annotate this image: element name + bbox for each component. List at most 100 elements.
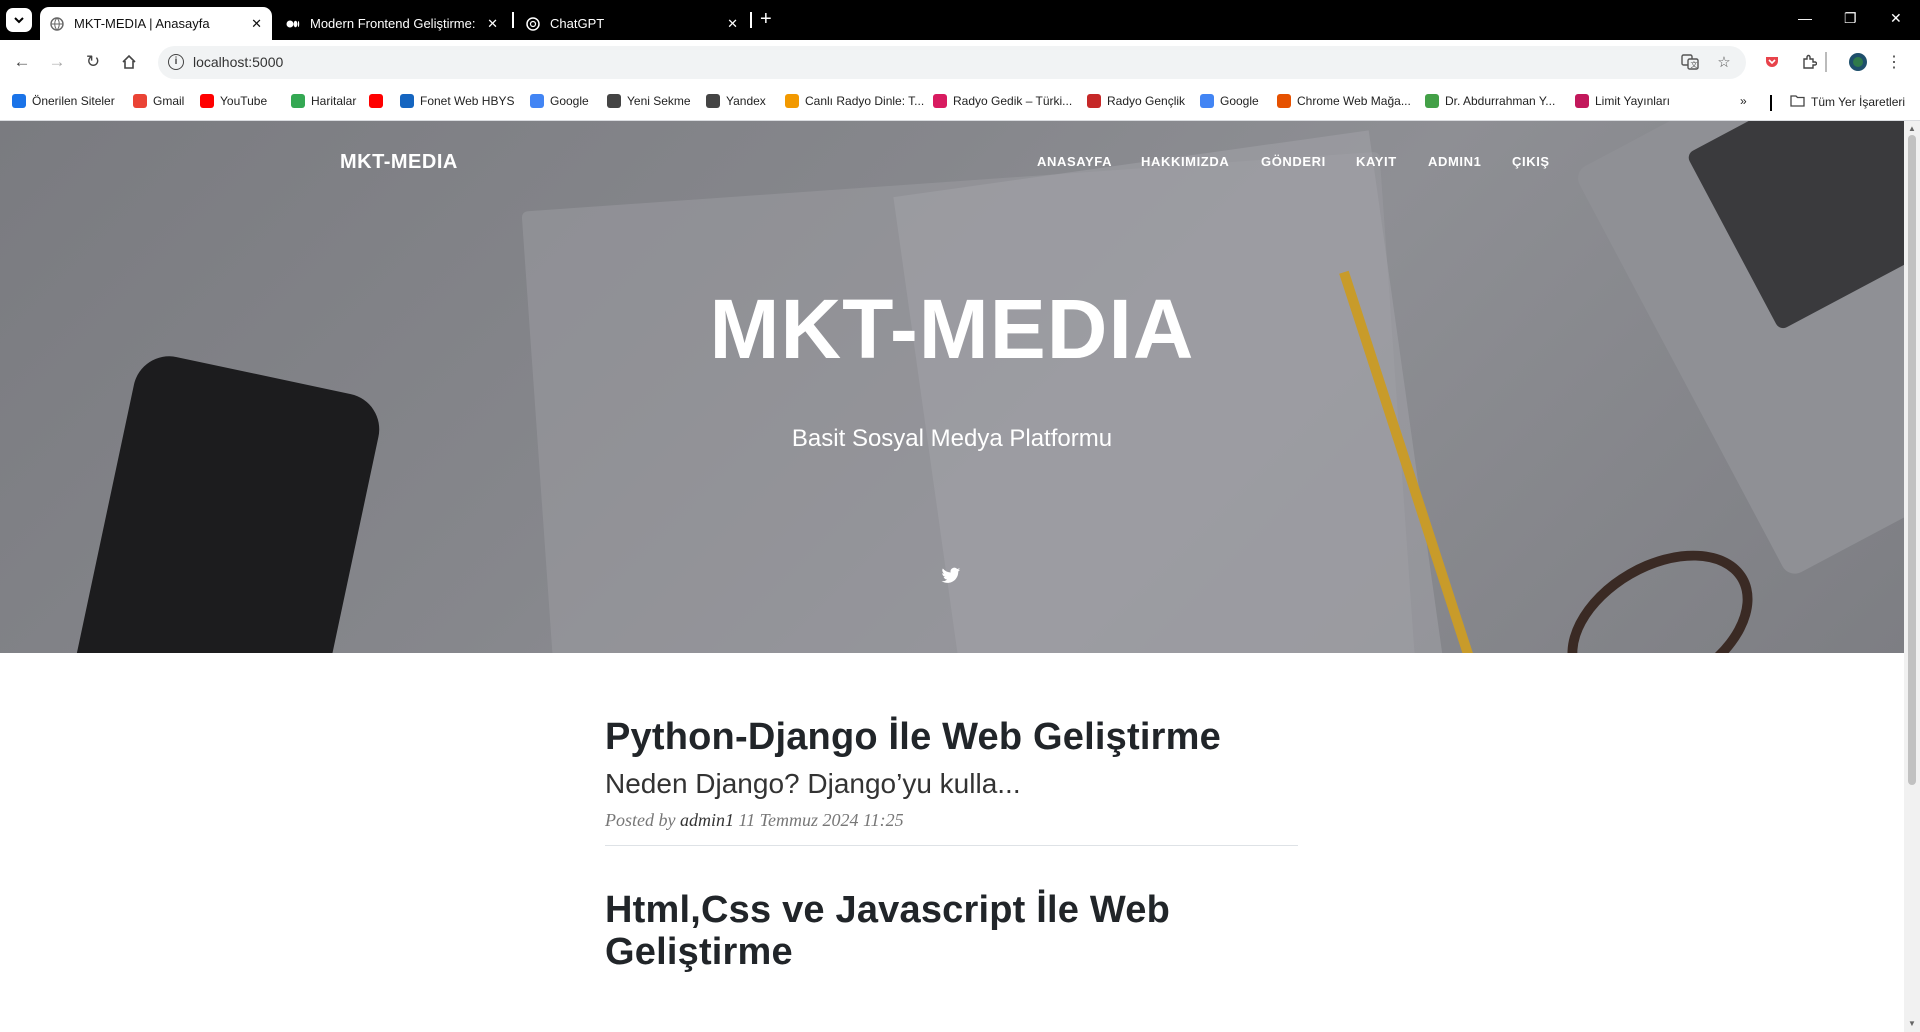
bookmark-item[interactable]: Google bbox=[1200, 94, 1259, 108]
bookmark-item[interactable]: Gmail bbox=[133, 94, 184, 108]
page-viewport: MKT-MEDIA ANASAYFA HAKKIMIZDA GÖNDERI KA… bbox=[0, 121, 1904, 1032]
profile-avatar[interactable] bbox=[1848, 52, 1868, 72]
scroll-up-icon[interactable]: ▲ bbox=[1908, 124, 1916, 133]
pocket-extension-icon[interactable] bbox=[1762, 52, 1782, 72]
back-icon[interactable]: ← bbox=[12, 52, 32, 72]
nav-link-gonderi[interactable]: GÖNDERI bbox=[1261, 154, 1326, 169]
translate-icon[interactable]: 文 bbox=[1680, 53, 1700, 73]
window-close-icon[interactable]: ✕ bbox=[1890, 10, 1902, 27]
extensions-icon[interactable] bbox=[1799, 52, 1819, 72]
twitter-icon[interactable] bbox=[941, 567, 961, 587]
all-bookmarks[interactable]: Tüm Yer İşaretleri bbox=[1790, 94, 1905, 110]
bookmark-item[interactable]: Limit Yayınları bbox=[1575, 94, 1670, 108]
youtube-icon bbox=[200, 94, 214, 108]
scroll-down-icon[interactable]: ▼ bbox=[1908, 1019, 1916, 1028]
search-icon bbox=[12, 94, 26, 108]
bookmarks-overflow-icon[interactable]: » bbox=[1740, 94, 1747, 108]
bookmark-label: Google bbox=[550, 94, 589, 108]
nav-link-hakkimizda[interactable]: HAKKIMIZDA bbox=[1141, 154, 1229, 169]
post-meta: Posted by admin1 11 Temmuz 2024 11:25 bbox=[605, 810, 1298, 831]
menu-kebab-icon[interactable]: ⋮ bbox=[1884, 52, 1904, 72]
tab-title: ChatGPT bbox=[550, 16, 605, 31]
globe-icon bbox=[50, 16, 64, 31]
nav-link-kayit[interactable]: KAYIT bbox=[1356, 154, 1397, 169]
bookmark-item[interactable]: Radyo Gedik – Türki... bbox=[933, 94, 1072, 108]
svg-text:文: 文 bbox=[1691, 60, 1698, 69]
bookmark-label: Yandex bbox=[726, 94, 766, 108]
bookmark-label: Limit Yayınları bbox=[1595, 94, 1670, 108]
post-title[interactable]: Html,Css ve Javascript İle Web Geliştirm… bbox=[605, 889, 1298, 973]
bookmark-star-icon[interactable]: ☆ bbox=[1714, 53, 1734, 73]
bookmark-item[interactable]: Radyo Gençlik bbox=[1087, 94, 1185, 108]
maps-icon bbox=[291, 94, 305, 108]
address-bar[interactable]: i localhost:5000 文 ☆ bbox=[158, 46, 1746, 79]
browser-toolbar: ← → ↻ i localhost:5000 文 ☆ ⋮ bbox=[0, 40, 1920, 85]
hero-header: MKT-MEDIA ANASAYFA HAKKIMIZDA GÖNDERI KA… bbox=[0, 121, 1904, 653]
bookmark-label: Dr. Abdurrahman Y... bbox=[1445, 94, 1556, 108]
hero-title: MKT-MEDIA bbox=[709, 282, 1195, 376]
tab-search-button[interactable] bbox=[6, 8, 32, 32]
bookmark-item[interactable]: Dr. Abdurrahman Y... bbox=[1425, 94, 1555, 108]
tab-title: MKT-MEDIA | Anasayfa bbox=[74, 16, 210, 31]
limit-icon bbox=[1575, 94, 1589, 108]
hero-background-page bbox=[893, 130, 1447, 653]
bookmark-item[interactable]: Yeni Sekme bbox=[607, 94, 691, 108]
post-title[interactable]: Python-Django İle Web Geliştirme bbox=[605, 716, 1298, 758]
bookmark-item[interactable] bbox=[369, 94, 389, 108]
youtube-icon bbox=[369, 94, 383, 108]
post-divider bbox=[605, 845, 1298, 846]
reload-icon[interactable]: ↻ bbox=[83, 52, 103, 72]
tab-title: Modern Frontend Geliştirme: H bbox=[310, 16, 480, 31]
bookmark-item[interactable]: Google bbox=[530, 94, 589, 108]
folder-icon bbox=[1790, 94, 1805, 110]
forward-icon[interactable]: → bbox=[47, 52, 67, 72]
post-subtitle[interactable]: Neden Django? Django’yu kulla... bbox=[605, 768, 1298, 800]
radio-icon bbox=[933, 94, 947, 108]
bookmark-item[interactable]: Yandex bbox=[706, 94, 766, 108]
bookmarks-separator bbox=[1770, 95, 1772, 111]
all-bookmarks-label: Tüm Yer İşaretleri bbox=[1811, 95, 1906, 109]
post-preview[interactable]: Html,Css ve Javascript İle Web Geliştirm… bbox=[605, 889, 1298, 973]
nav-link-cikis[interactable]: ÇIKIŞ bbox=[1512, 154, 1550, 169]
new-tab-icon[interactable]: + bbox=[760, 9, 772, 29]
tab-modern-frontend[interactable]: Modern Frontend Geliştirme: H ✕ bbox=[276, 7, 508, 40]
address-url[interactable]: localhost:5000 bbox=[193, 54, 283, 70]
nav-link-admin1[interactable]: ADMIN1 bbox=[1428, 154, 1481, 169]
nav-link-anasayfa[interactable]: ANASAYFA bbox=[1037, 154, 1112, 169]
bookmark-item[interactable]: Fonet Web HBYS bbox=[400, 94, 515, 108]
page-scrollbar[interactable]: ▲ ▼ bbox=[1904, 121, 1920, 1032]
close-icon[interactable]: ✕ bbox=[251, 16, 262, 32]
bookmarks-bar: » Tüm Yer İşaretleri Önerilen Siteler Gma… bbox=[0, 85, 1920, 121]
site-info-icon[interactable]: i bbox=[168, 54, 184, 70]
hero-subtitle: Basit Sosyal Medya Platformu bbox=[791, 425, 1113, 452]
home-icon[interactable] bbox=[119, 52, 139, 72]
minimize-icon[interactable]: — bbox=[1798, 10, 1812, 26]
google-icon bbox=[530, 94, 544, 108]
navbar-brand[interactable]: MKT-MEDIA bbox=[340, 151, 458, 174]
bookmark-label: Fonet Web HBYS bbox=[420, 94, 515, 108]
bookmark-item[interactable]: Canlı Radyo Dinle: T... bbox=[785, 94, 924, 108]
chatgpt-icon bbox=[526, 16, 540, 31]
tab-mkt-media[interactable]: MKT-MEDIA | Anasayfa ✕ bbox=[40, 7, 272, 40]
close-icon[interactable]: ✕ bbox=[487, 16, 498, 32]
bookmark-label: Haritalar bbox=[311, 94, 357, 108]
bookmark-item[interactable]: Haritalar bbox=[291, 94, 356, 108]
tree-icon bbox=[1425, 94, 1439, 108]
restore-icon[interactable]: ❐ bbox=[1844, 10, 1857, 27]
toolbar-separator bbox=[1825, 52, 1827, 72]
close-icon[interactable]: ✕ bbox=[727, 16, 738, 32]
bookmark-label: Canlı Radyo Dinle: T... bbox=[805, 94, 925, 108]
bookmark-item[interactable]: Önerilen Siteler bbox=[12, 94, 115, 108]
chevron-down-icon bbox=[14, 17, 24, 24]
chrome-store-icon bbox=[1277, 94, 1291, 108]
scroll-thumb[interactable] bbox=[1908, 135, 1916, 785]
gmail-icon bbox=[133, 94, 147, 108]
bookmark-item[interactable]: YouTube bbox=[200, 94, 267, 108]
bookmark-item[interactable]: Chrome Web Mağa... bbox=[1277, 94, 1411, 108]
post-preview[interactable]: Python-Django İle Web Geliştirme Neden D… bbox=[605, 716, 1298, 831]
post-author[interactable]: admin1 bbox=[680, 810, 734, 830]
radio-icon bbox=[1087, 94, 1101, 108]
hero-background-phone bbox=[54, 349, 386, 653]
tab-chatgpt[interactable]: ChatGPT ✕ bbox=[516, 7, 748, 40]
tab-separator bbox=[750, 12, 752, 28]
